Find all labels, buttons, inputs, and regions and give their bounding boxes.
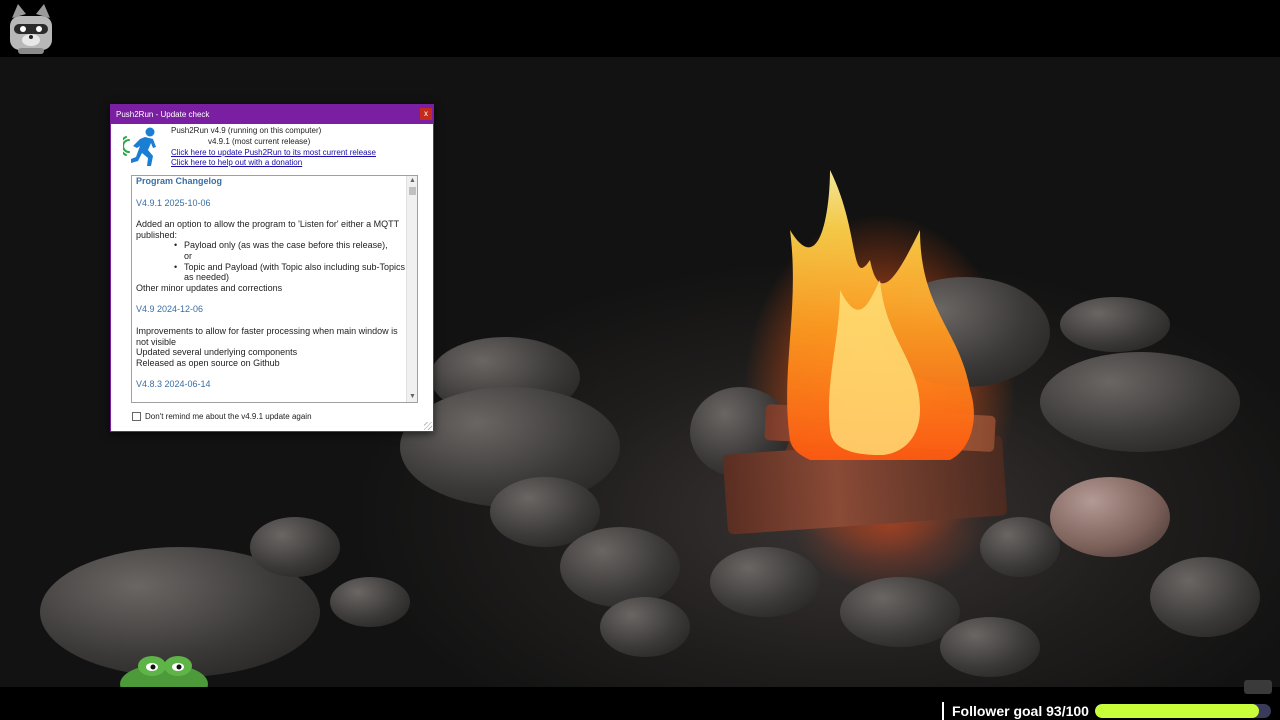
scroll-thumb[interactable]: [409, 187, 416, 195]
changelog-bullet-text: Topic and Payload (with Topic also inclu…: [184, 261, 405, 283]
changelog-version: V4.8.3 2024-06-14: [136, 379, 211, 390]
version-running-label: Push2Run v4.9 (running on this computer): [171, 126, 322, 135]
rock: [1060, 297, 1170, 352]
scroll-down-arrow-icon[interactable]: ▼: [407, 392, 417, 402]
follower-goal-text: Follower goal 93/100: [952, 703, 1089, 719]
changelog-bullet: Topic and Payload (with Topic also inclu…: [136, 262, 406, 283]
rock: [560, 527, 680, 607]
rock: [710, 547, 820, 617]
scroll-up-arrow-icon[interactable]: ▲: [407, 176, 417, 186]
rock: [1040, 352, 1240, 452]
donate-link[interactable]: Click here to help out with a donation: [171, 158, 302, 167]
rock: [600, 597, 690, 657]
follower-goal-progress-fill: [1094, 704, 1259, 718]
resize-grip-icon[interactable]: [424, 422, 432, 430]
close-button[interactable]: x: [420, 108, 432, 120]
stream-canvas: Follower goal 93/100 Push2Run - Update c…: [0, 0, 1280, 720]
changelog-line: Updated several underlying components: [136, 347, 298, 358]
changelog-bullet: Payload only (as was the case before thi…: [136, 240, 406, 251]
follower-goal-progress-bar: [1094, 704, 1271, 718]
dialog-titlebar[interactable]: Push2Run - Update check x: [111, 105, 433, 124]
dialog-header: Push2Run v4.9 (running on this computer)…: [111, 124, 433, 174]
corner-widget: [1244, 680, 1272, 694]
changelog-content: Program Changelog V4.9.1 2025-10-06 Adde…: [136, 176, 406, 401]
remind-checkbox-row[interactable]: Don't remind me about the v4.9.1 update …: [132, 412, 312, 421]
top-black-bar: [0, 0, 1280, 57]
rock: [250, 517, 340, 577]
changelog-line: Improvements to allow for faster process…: [136, 325, 398, 347]
rock: [330, 577, 410, 627]
rock: [980, 517, 1060, 577]
changelog-scrollbar[interactable]: ▲ ▼: [406, 176, 417, 402]
frog-emote-icon: [120, 656, 208, 688]
rock: [940, 617, 1040, 677]
rock: [1150, 557, 1260, 637]
changelog-line: Added an option to allow the program to …: [136, 219, 399, 240]
update-check-dialog: Push2Run - Update check x Push2Run v4.9 …: [110, 104, 434, 432]
raccoon-mascot-icon: [10, 4, 52, 54]
changelog-line: Released as open source on Github: [136, 357, 280, 368]
running-person-icon: [123, 127, 156, 166]
close-icon: x: [424, 109, 428, 118]
remind-label: Don't remind me about the v4.9.1 update …: [145, 412, 312, 421]
changelog-bullet-continuation: or: [184, 250, 193, 261]
remind-checkbox[interactable]: [132, 412, 141, 421]
changelog-version: V4.9.1 2025-10-06: [136, 197, 211, 208]
changelog-line: Other minor updates and corrections: [136, 282, 283, 293]
follower-goal-widget: Follower goal 93/100: [942, 702, 1280, 720]
changelog-title: Program Changelog: [136, 176, 223, 186]
changelog-textbox[interactable]: Program Changelog V4.9.1 2025-10-06 Adde…: [131, 175, 418, 403]
campfire-flame: [787, 170, 974, 460]
rock: [1050, 477, 1170, 557]
update-link[interactable]: Click here to update Push2Run to its mos…: [171, 148, 376, 157]
changelog-version: V4.9 2024-12-06: [136, 304, 204, 315]
changelog-bullet-text: Payload only (as was the case before thi…: [184, 240, 388, 251]
version-current-label: v4.9.1 (most current release): [208, 137, 311, 146]
dialog-title: Push2Run - Update check: [116, 110, 210, 119]
